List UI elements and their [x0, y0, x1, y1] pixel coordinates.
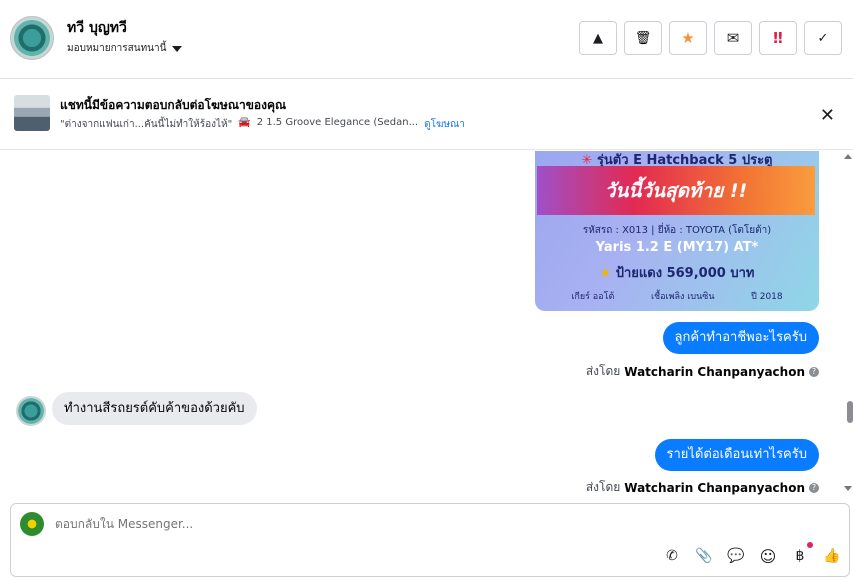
scrollbar[interactable]: [844, 151, 853, 501]
report-button[interactable]: ▲: [579, 21, 617, 55]
scroll-down-icon[interactable]: [844, 486, 852, 491]
assign-conversation-dropdown[interactable]: มอบหมายการสนทนานี้: [67, 41, 183, 56]
ad-context-subtitle: "ต่างจากแฟนเก่า...คันนี้ไม่ทำให้ร้องไห้"…: [60, 117, 465, 132]
attachment-icon[interactable]: 📎: [695, 547, 713, 565]
contact-avatar[interactable]: [10, 16, 54, 60]
promo-code-line: รหัสรถ : X013 | ยี่ห้อ : TOYOTA (โตโยต้า…: [582, 225, 772, 236]
notification-dot: [807, 542, 813, 548]
outgoing-message[interactable]: รายได้ต่อเดือนเท่าไรครับ: [654, 439, 819, 471]
saved-reply-icon[interactable]: 💬: [727, 547, 745, 565]
payment-button[interactable]: ฿: [791, 542, 813, 565]
promo-specs: เกียร์ ออโต้ เชื้อเพลิง เบนซิน ปี 2018: [535, 289, 819, 303]
composer-tools: ✆ 📎 💬 ☺ ฿ 👍: [663, 542, 841, 566]
follow-up-button[interactable]: ‼: [759, 21, 797, 55]
emoji-icon[interactable]: ☺: [759, 547, 777, 566]
like-icon[interactable]: 👍: [823, 547, 841, 565]
sent-by-label: ส่งโดย Watcharin Chanpanyachon ?: [586, 362, 819, 381]
header-actions: ▲ 🗑 ★ ✉ ‼ ✓: [579, 21, 842, 55]
promo-year: ปี 2018: [751, 292, 783, 302]
reply-composer: ✆ 📎 💬 ☺ ฿ 👍: [10, 503, 850, 577]
contact-name[interactable]: ทวี บุญทวี: [67, 17, 127, 39]
close-icon[interactable]: ✕: [820, 105, 835, 126]
star-icon: ★: [681, 29, 695, 47]
incoming-message[interactable]: ทำงานสีรถยรต์คับค้าของด้วยคับ: [52, 392, 257, 425]
mark-done-button[interactable]: ✓: [804, 21, 842, 55]
star-button[interactable]: ★: [669, 21, 707, 55]
sender-name: Watcharin Chanpanyachon: [624, 480, 805, 495]
warning-icon: ▲: [593, 30, 603, 46]
promo-banner: วันนี้วันสุดท้าย !!: [537, 166, 815, 215]
promo-price: ★ ป้ายแดง 569,000 บาท: [535, 262, 819, 283]
ad-thumbnail[interactable]: [14, 95, 50, 131]
conversation-header: ทวี บุญทวี มอบหมายการสนทนานี้ ▲ 🗑 ★ ✉ ‼ …: [0, 0, 853, 79]
assign-label: มอบหมายการสนทนานี้: [67, 43, 167, 54]
promo-model: Yaris 1.2 E (MY17) AT*: [595, 240, 759, 255]
sent-by-prefix: ส่งโดย: [585, 480, 621, 494]
ad-context-bar: แชทนี้มีข้อความตอบกลับต่อโฆษณาของคุณ "ต่…: [0, 80, 853, 150]
payment-icon: ฿: [795, 548, 805, 564]
view-ad-link[interactable]: ดูโฆษณา: [424, 117, 465, 132]
promo-fuel: เชื้อเพลิง เบนซิน: [650, 292, 715, 302]
info-icon[interactable]: ?: [809, 482, 819, 493]
delete-button[interactable]: 🗑: [624, 21, 662, 55]
ad-quote: "ต่างจากแฟนเก่า...คันนี้ไม่ทำให้ร้องไห้": [60, 119, 233, 130]
chevron-down-icon: [172, 45, 183, 52]
scrollbar-thumb[interactable]: [847, 401, 853, 423]
scroll-up-icon[interactable]: [844, 154, 852, 159]
promo-image-message[interactable]: ✳ รุ่นตัว E Hatchback 5 ประตู วันนี้วันส…: [535, 151, 819, 311]
phone-icon[interactable]: ✆: [663, 547, 681, 565]
sent-by-prefix: ส่งโดย: [585, 364, 621, 378]
promo-price-text: ป้ายแดง 569,000 บาท: [615, 266, 755, 281]
ad-context-title: แชทนี้มีข้อความตอบกลับต่อโฆษณาของคุณ: [60, 98, 287, 112]
page-avatar: [20, 512, 44, 536]
priority-icon: ‼: [773, 29, 783, 47]
mark-unread-button[interactable]: ✉: [714, 21, 752, 55]
message-thread[interactable]: ✳ รุ่นตัว E Hatchback 5 ประตู วันนี้วันส…: [0, 151, 853, 501]
info-icon[interactable]: ?: [809, 366, 819, 377]
sent-by-label: ส่งโดย Watcharin Chanpanyachon ?: [586, 478, 819, 497]
reply-input[interactable]: [55, 517, 655, 531]
ad-model-text: 2 1.5 Groove Elegance (Sedan...: [256, 117, 419, 128]
star-icon: ★: [599, 266, 612, 281]
promo-gear: เกียร์ ออโต้: [571, 292, 615, 302]
check-icon: ✓: [817, 30, 829, 46]
car-icon: 🚘: [238, 117, 251, 128]
outgoing-message[interactable]: ลูกค้าทำอาชีพอะไรครับ: [662, 322, 819, 354]
sender-name: Watcharin Chanpanyachon: [624, 364, 805, 379]
trash-icon: 🗑: [634, 30, 652, 46]
envelope-icon: ✉: [726, 29, 740, 47]
contact-avatar-small[interactable]: [16, 396, 46, 426]
